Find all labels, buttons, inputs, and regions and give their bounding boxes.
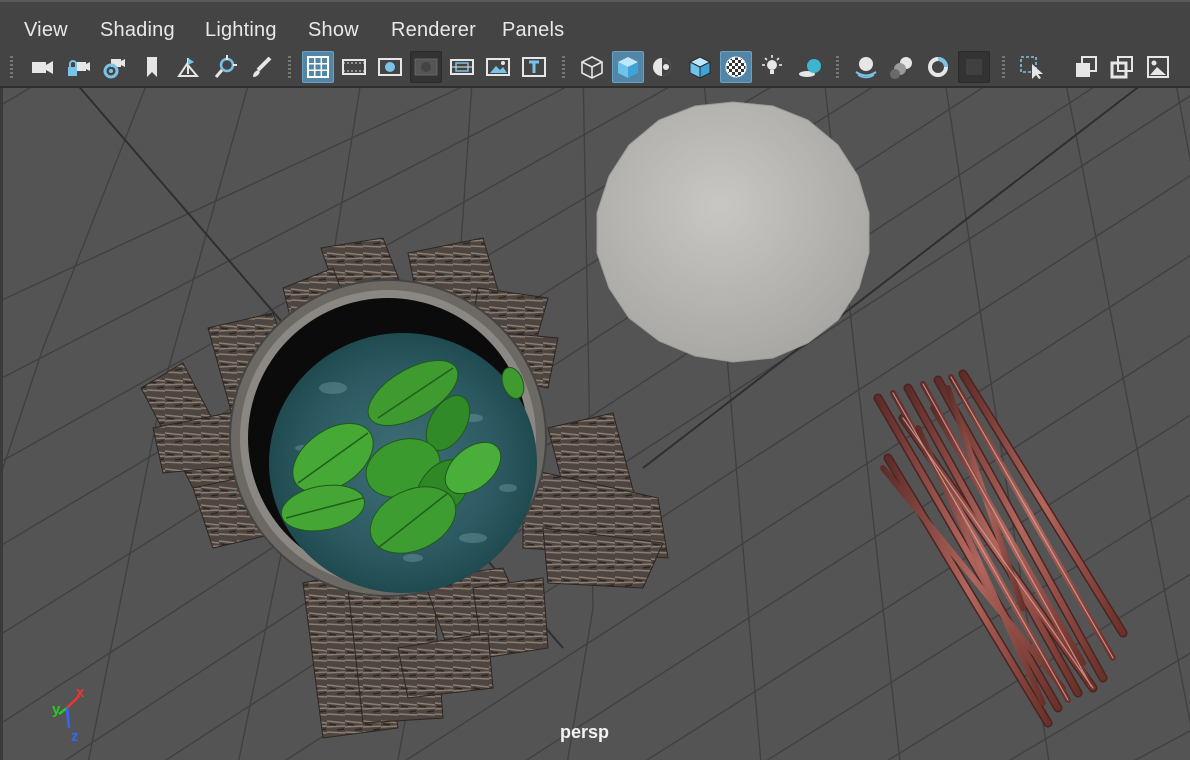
xray-joints-icon[interactable] — [1142, 51, 1174, 83]
3d-viewport[interactable]: x y z persp — [0, 88, 1190, 760]
grease-pencil-icon[interactable] — [246, 51, 278, 83]
two-d-pan-zoom-icon[interactable] — [210, 51, 242, 83]
toolbar-separator — [10, 56, 13, 80]
wireframe-on-shaded-icon[interactable] — [648, 51, 680, 83]
film-gate-icon[interactable] — [338, 51, 370, 83]
camera-name-label: persp — [560, 722, 610, 742]
menu-view[interactable]: View — [24, 19, 68, 42]
camera-attributes-icon[interactable] — [98, 51, 130, 83]
ambient-occlusion-icon[interactable] — [850, 51, 882, 83]
use-default-material-icon[interactable] — [720, 51, 752, 83]
bookmark-icon[interactable] — [136, 51, 168, 83]
safe-action-icon[interactable] — [482, 51, 514, 83]
toolbar-separator — [562, 56, 565, 80]
safe-title-icon[interactable] — [518, 51, 550, 83]
menu-show[interactable]: Show — [308, 19, 359, 42]
viewport-scene[interactable] — [3, 88, 1190, 760]
textured-icon[interactable] — [684, 51, 716, 83]
panel-menu-bar: View Shading Lighting Show Renderer Pane… — [0, 0, 1190, 48]
toolbar-separator — [1002, 56, 1005, 80]
lock-camera-icon[interactable] — [62, 51, 94, 83]
stick-bundle-mesh[interactable] — [873, 369, 1128, 728]
all-lights-icon[interactable] — [756, 51, 788, 83]
toolbar-separator — [288, 56, 291, 80]
maya-viewport-panel: View Shading Lighting Show Renderer Pane… — [0, 0, 1190, 760]
xray-active-components-icon[interactable] — [1106, 51, 1138, 83]
axis-z-label: z — [71, 728, 79, 745]
panel-toolbar — [0, 48, 1190, 88]
motion-blur-icon[interactable] — [886, 51, 918, 83]
toolbar-separator — [836, 56, 839, 80]
menu-shading[interactable]: Shading — [100, 19, 175, 42]
camera-select-icon[interactable] — [26, 51, 58, 83]
shadows-icon[interactable] — [794, 51, 826, 83]
smooth-shade-icon[interactable] — [612, 51, 644, 83]
xray-icon[interactable] — [1070, 51, 1102, 83]
anti-aliasing-icon[interactable] — [922, 51, 954, 83]
axis-x-label: x — [76, 684, 85, 701]
depth-of-field-icon[interactable] — [958, 51, 990, 83]
gate-mask-icon[interactable] — [410, 51, 442, 83]
menu-renderer[interactable]: Renderer — [391, 19, 476, 42]
grid-icon[interactable] — [302, 51, 334, 83]
field-chart-icon[interactable] — [446, 51, 478, 83]
resolution-gate-icon[interactable] — [374, 51, 406, 83]
menu-lighting[interactable]: Lighting — [205, 19, 277, 42]
plate-mesh[interactable] — [596, 101, 870, 363]
wireframe-icon[interactable] — [576, 51, 608, 83]
image-plane-icon[interactable] — [172, 51, 204, 83]
menu-panels[interactable]: Panels — [502, 19, 564, 42]
isolate-select-icon[interactable] — [1016, 51, 1048, 83]
axis-y-label: y — [52, 701, 61, 718]
